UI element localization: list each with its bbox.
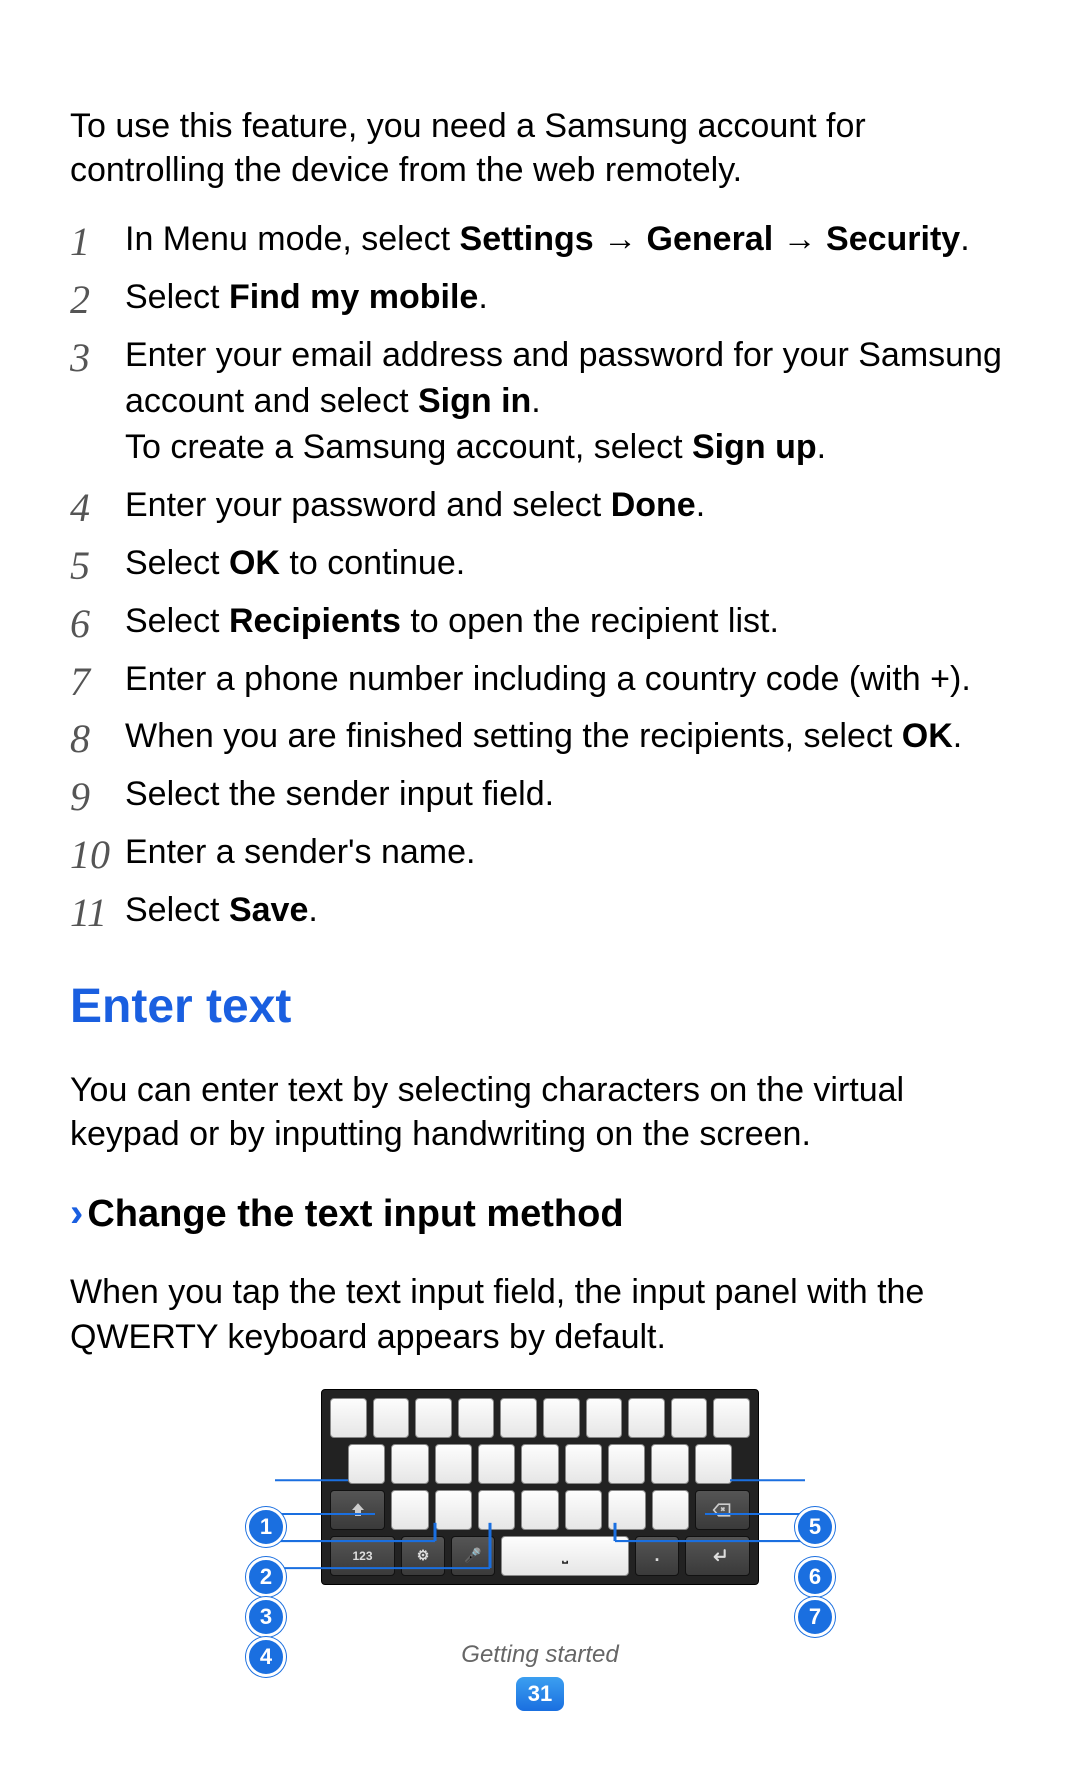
callout-badge: 7 — [795, 1597, 835, 1637]
key-blank — [415, 1398, 452, 1438]
step-text: Enter a phone number including a country… — [125, 660, 971, 698]
key-blank — [458, 1398, 495, 1438]
key-blank — [391, 1490, 428, 1530]
step-item: 10 Enter a sender's name. — [70, 830, 1010, 876]
key-blank — [671, 1398, 708, 1438]
step-number: 8 — [70, 712, 115, 766]
key-blank — [500, 1398, 537, 1438]
key-blank — [435, 1490, 472, 1530]
step-text: Enter a sender's name. — [125, 833, 475, 871]
space-key: ⎵ — [501, 1536, 629, 1576]
callout-badge: 1 — [246, 1507, 286, 1547]
numeric-key: 123 — [330, 1536, 395, 1576]
step-item: 9 Select the sender input field. — [70, 772, 1010, 818]
key-blank — [373, 1398, 410, 1438]
key-blank — [608, 1490, 645, 1530]
callout-badge: 5 — [795, 1507, 835, 1547]
keyboard-figure: 123 ⚙ 🎤 ⎵ . 1 2 3 4 5 6 7 — [220, 1389, 860, 1585]
section-heading: Enter text — [70, 979, 1010, 1034]
key-blank — [543, 1398, 580, 1438]
step-text: When you are finished setting the recipi… — [125, 717, 962, 755]
page-number: 31 — [516, 1677, 564, 1711]
keyboard-image: 123 ⚙ 🎤 ⎵ . — [321, 1389, 759, 1585]
steps-list: 1 In Menu mode, select Settings → Genera… — [70, 217, 1010, 934]
step-number: 7 — [70, 655, 115, 709]
step-item: 1 In Menu mode, select Settings → Genera… — [70, 217, 1010, 263]
step-text: Select the sender input field. — [125, 775, 554, 813]
step-text: Select OK to continue. — [125, 544, 465, 582]
key-blank — [478, 1490, 515, 1530]
key-blank — [391, 1444, 428, 1484]
footer-section-name: Getting started — [0, 1641, 1080, 1669]
enter-key-icon — [685, 1536, 750, 1576]
key-blank — [695, 1444, 732, 1484]
step-number: 4 — [70, 481, 115, 535]
key-blank — [521, 1490, 558, 1530]
step-text: Enter your email address and password fo… — [125, 336, 1002, 466]
step-item: 7 Enter a phone number including a count… — [70, 657, 1010, 703]
step-item: 11 Select Save. — [70, 888, 1010, 934]
backspace-key-icon — [695, 1490, 750, 1530]
section-body: You can enter text by selecting characte… — [70, 1068, 1010, 1156]
step-item: 2 Select Find my mobile. — [70, 275, 1010, 321]
step-item: 8 When you are finished setting the reci… — [70, 714, 1010, 760]
step-text: Enter your password and select Done. — [125, 486, 705, 524]
step-number: 2 — [70, 273, 115, 327]
settings-key-icon: ⚙ — [401, 1536, 445, 1576]
step-number: 6 — [70, 597, 115, 651]
callout-badge: 6 — [795, 1557, 835, 1597]
key-blank — [435, 1444, 472, 1484]
key-blank — [608, 1444, 645, 1484]
key-blank — [565, 1490, 602, 1530]
key-blank — [348, 1444, 385, 1484]
subsection-body: When you tap the text input field, the i… — [70, 1270, 1010, 1358]
shift-key-icon — [330, 1490, 385, 1530]
step-number: 1 — [70, 215, 115, 269]
key-blank — [713, 1398, 750, 1438]
key-blank — [565, 1444, 602, 1484]
step-text: Select Recipients to open the recipient … — [125, 602, 779, 640]
step-number: 10 — [70, 828, 115, 882]
intro-text: To use this feature, you need a Samsung … — [70, 104, 1010, 192]
period-key: . — [635, 1536, 679, 1576]
step-item: 3 Enter your email address and password … — [70, 333, 1010, 471]
key-blank — [586, 1398, 623, 1438]
page-footer: Getting started 31 — [0, 1641, 1080, 1711]
step-number: 3 — [70, 331, 115, 385]
step-text: In Menu mode, select Settings → General … — [125, 220, 970, 258]
key-blank — [521, 1444, 558, 1484]
step-item: 6 Select Recipients to open the recipien… — [70, 599, 1010, 645]
chevron-icon: › — [70, 1191, 83, 1235]
step-item: 4 Enter your password and select Done. — [70, 483, 1010, 529]
step-text: Select Find my mobile. — [125, 278, 488, 316]
step-number: 9 — [70, 770, 115, 824]
step-text: Select Save. — [125, 891, 318, 929]
step-number: 5 — [70, 539, 115, 593]
key-blank — [478, 1444, 515, 1484]
subsection-heading: ›Change the text input method — [70, 1191, 1010, 1236]
callout-badge: 3 — [246, 1597, 286, 1637]
key-blank — [651, 1444, 688, 1484]
key-blank — [628, 1398, 665, 1438]
step-item: 5 Select OK to continue. — [70, 541, 1010, 587]
key-blank — [330, 1398, 367, 1438]
mic-key-icon: 🎤 — [451, 1536, 495, 1576]
step-number: 11 — [70, 886, 115, 940]
key-blank — [652, 1490, 689, 1530]
callout-badge: 2 — [246, 1557, 286, 1597]
